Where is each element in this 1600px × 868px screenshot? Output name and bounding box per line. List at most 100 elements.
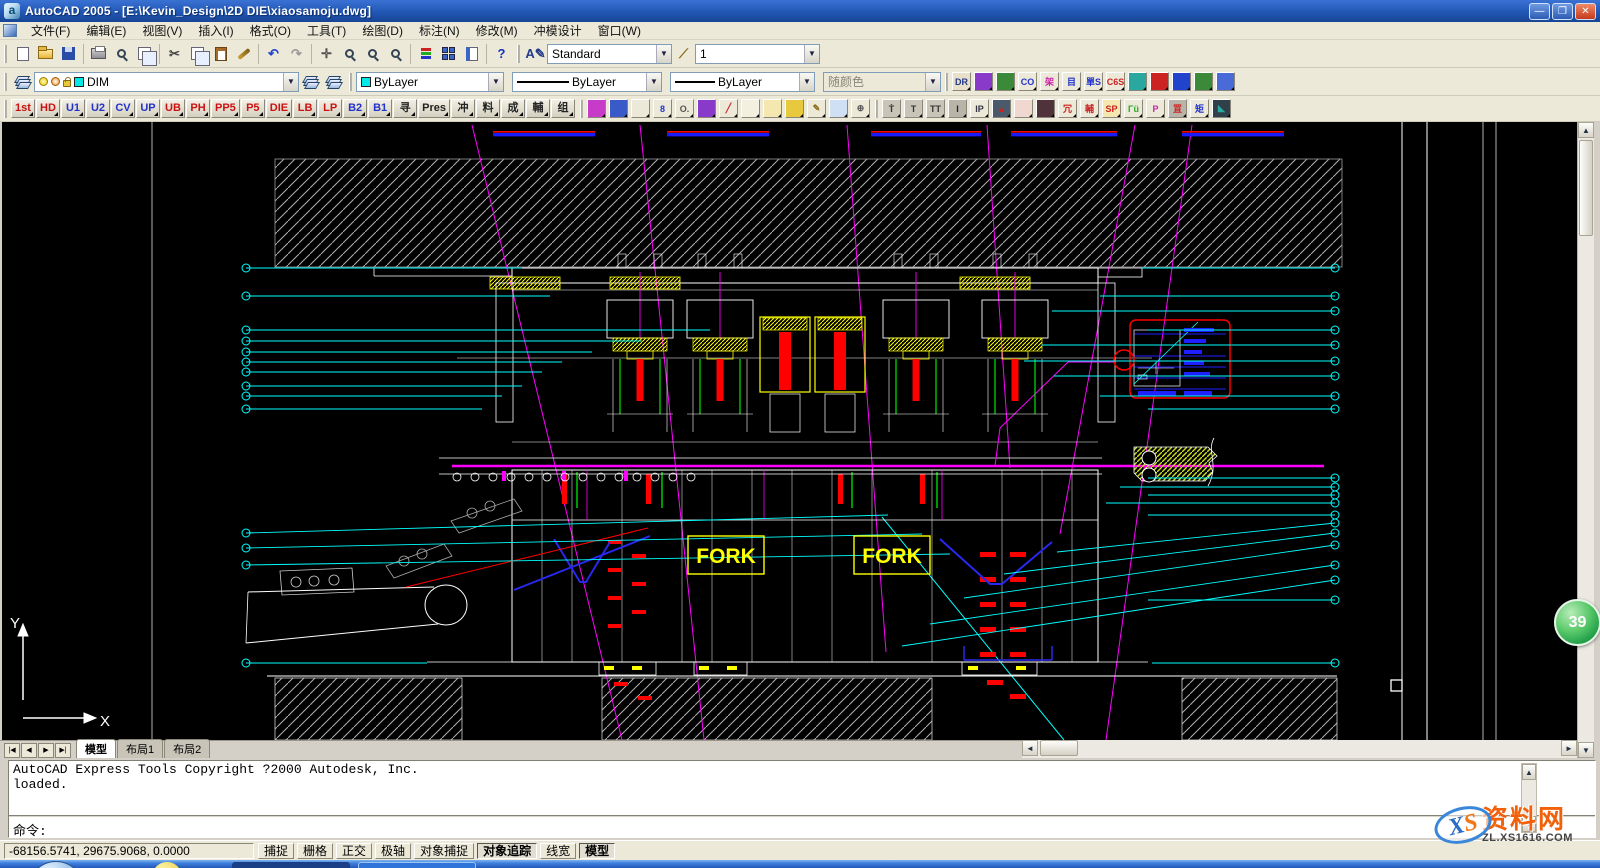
zoom-realtime-icon[interactable]	[338, 43, 361, 65]
punch-tool-6-icon[interactable]: ▲	[992, 99, 1011, 118]
die-tool-7-icon[interactable]: ╱	[719, 99, 738, 118]
horizontal-scrollbar[interactable]: ◄ ►	[1022, 740, 1577, 758]
save-icon[interactable]	[57, 43, 80, 65]
punch-tool-7-icon[interactable]	[1014, 99, 1033, 118]
toolpalettes-icon[interactable]	[460, 43, 483, 65]
tab-nav-button[interactable]: ▶	[38, 743, 54, 758]
die-button-P5[interactable]: P5	[241, 99, 265, 118]
drawing-canvas[interactable]: FORKFORKYX	[2, 122, 1577, 740]
menu-item[interactable]: 视图(V)	[134, 21, 190, 40]
annotation-tool-4-icon[interactable]: CO	[1018, 72, 1037, 91]
punch-tool-10-icon[interactable]: 輔	[1080, 99, 1099, 118]
annotation-tool-6-icon[interactable]: 目	[1062, 72, 1081, 91]
punch-tool-1-icon[interactable]: Ṫ	[882, 99, 901, 118]
menu-item[interactable]: 工具(T)	[299, 21, 354, 40]
lineweight-combo[interactable]: ByLayer ▼	[670, 72, 815, 92]
annotation-tool-7-icon[interactable]: 單S	[1084, 72, 1103, 91]
notification-badge[interactable]: 39	[1554, 599, 1600, 646]
punch-tool-11-icon[interactable]: SP	[1102, 99, 1121, 118]
punch-tool-12-icon[interactable]: Γü	[1124, 99, 1143, 118]
die-button-LB[interactable]: LB	[293, 99, 317, 118]
die-button-PH[interactable]: PH	[186, 99, 210, 118]
punch-tool-15-icon[interactable]: 矩	[1190, 99, 1209, 118]
die-button-U1[interactable]: U1	[61, 99, 85, 118]
text-style-icon[interactable]: A✎	[524, 43, 547, 65]
taskbar-item[interactable]	[358, 862, 476, 868]
annotation-tool-13-icon[interactable]	[1216, 72, 1235, 91]
die-tool-12-icon[interactable]	[829, 99, 848, 118]
annotation-tool-2-icon[interactable]	[974, 72, 993, 91]
command-text-area[interactable]: AutoCAD Express Tools Copyright ?2000 Au…	[8, 760, 1596, 838]
tab-nav-button[interactable]: ◀	[21, 743, 37, 758]
minimize-button[interactable]: —	[1529, 3, 1550, 20]
menu-item[interactable]: 绘图(D)	[354, 21, 411, 40]
toolbar-grip[interactable]	[4, 73, 7, 91]
status-toggle-极轴[interactable]: 极轴	[375, 843, 411, 859]
annotation-tool-9-icon[interactable]	[1128, 72, 1147, 91]
menu-item[interactable]: 文件(F)	[23, 21, 78, 40]
restore-button[interactable]: ❐	[1552, 3, 1573, 20]
scroll-down-icon[interactable]: ▼	[1578, 742, 1594, 758]
dim-style-icon[interactable]: ⟋	[672, 43, 695, 65]
zoom-previous-icon[interactable]	[384, 43, 407, 65]
toolbar-grip[interactable]	[4, 45, 7, 63]
toolbar-grip[interactable]	[945, 73, 948, 91]
cut-icon[interactable]: ✂	[163, 43, 186, 65]
die-tool-5-icon[interactable]: O.	[675, 99, 694, 118]
punch-tool-2-icon[interactable]: T	[904, 99, 923, 118]
publish-icon[interactable]	[133, 43, 156, 65]
open-icon[interactable]	[34, 43, 57, 65]
linetype-combo[interactable]: ByLayer ▼	[512, 72, 662, 92]
redo-icon[interactable]: ↷	[285, 43, 308, 65]
die-button-DIE[interactable]: DIE	[266, 99, 292, 118]
layer-combo[interactable]: DIM ▼	[34, 72, 299, 92]
punch-tool-4-icon[interactable]: I	[948, 99, 967, 118]
layer-on-icon[interactable]	[39, 77, 48, 86]
chevron-down-icon[interactable]: ▼	[799, 73, 814, 91]
preview-icon[interactable]	[110, 43, 133, 65]
toolbar-grip[interactable]	[580, 100, 583, 118]
scroll-right-icon[interactable]: ►	[1561, 740, 1577, 756]
status-toggle-线宽[interactable]: 线宽	[540, 843, 576, 859]
tab-nav-button[interactable]: ▶|	[55, 743, 71, 758]
die-button-HD[interactable]: HD	[36, 99, 60, 118]
die-button-Pres[interactable]: Pres	[418, 99, 450, 118]
dim-style-combo[interactable]: 1 ▼	[695, 44, 820, 64]
menu-item[interactable]: 窗口(W)	[590, 21, 649, 40]
toolbar-grip[interactable]	[4, 100, 7, 118]
menu-item[interactable]: 插入(I)	[190, 21, 241, 40]
chevron-down-icon[interactable]: ▼	[488, 73, 503, 91]
close-button[interactable]: ✕	[1575, 3, 1596, 20]
menu-item[interactable]: 标注(N)	[411, 21, 468, 40]
designcenter-icon[interactable]	[437, 43, 460, 65]
annotation-tool-5-icon[interactable]: 架	[1040, 72, 1059, 91]
chevron-down-icon[interactable]: ▼	[656, 45, 671, 63]
die-tool-3-icon[interactable]	[631, 99, 650, 118]
menu-item[interactable]: 冲模设计	[526, 21, 590, 40]
app-icon[interactable]: a	[4, 3, 20, 19]
scroll-left-icon[interactable]: ◄	[1022, 740, 1038, 756]
matchprop-icon[interactable]	[232, 43, 255, 65]
status-toggle-对象追踪[interactable]: 对象追踪	[477, 843, 537, 859]
text-style-combo[interactable]: Standard ▼	[547, 44, 672, 64]
die-tool-8-icon[interactable]	[741, 99, 760, 118]
die-button-U2[interactable]: U2	[86, 99, 110, 118]
annotation-tool-1-icon[interactable]: DR	[952, 72, 971, 91]
die-button-UP[interactable]: UP	[136, 99, 160, 118]
color-combo[interactable]: ByLayer ▼	[356, 72, 504, 92]
vertical-scrollbar[interactable]: ▲ ▼	[1577, 122, 1594, 758]
status-toggle-正交[interactable]: 正交	[336, 843, 372, 859]
die-tool-4-icon[interactable]: 8	[653, 99, 672, 118]
die-tool-13-icon[interactable]: ⊕	[851, 99, 870, 118]
layer-color-swatch[interactable]	[74, 77, 84, 87]
status-toggle-捕捉[interactable]: 捕捉	[258, 843, 294, 859]
die-tool-10-icon[interactable]	[785, 99, 804, 118]
tab-nav-button[interactable]: |◀	[4, 743, 20, 758]
annotation-tool-10-icon[interactable]	[1150, 72, 1169, 91]
die-button-輔[interactable]: 輔	[526, 99, 550, 118]
die-tool-11-icon[interactable]: ✎	[807, 99, 826, 118]
layer-manager-icon[interactable]	[11, 71, 34, 93]
status-toggle-栅格[interactable]: 栅格	[297, 843, 333, 859]
die-tool-6-icon[interactable]	[697, 99, 716, 118]
annotation-tool-11-icon[interactable]	[1172, 72, 1191, 91]
